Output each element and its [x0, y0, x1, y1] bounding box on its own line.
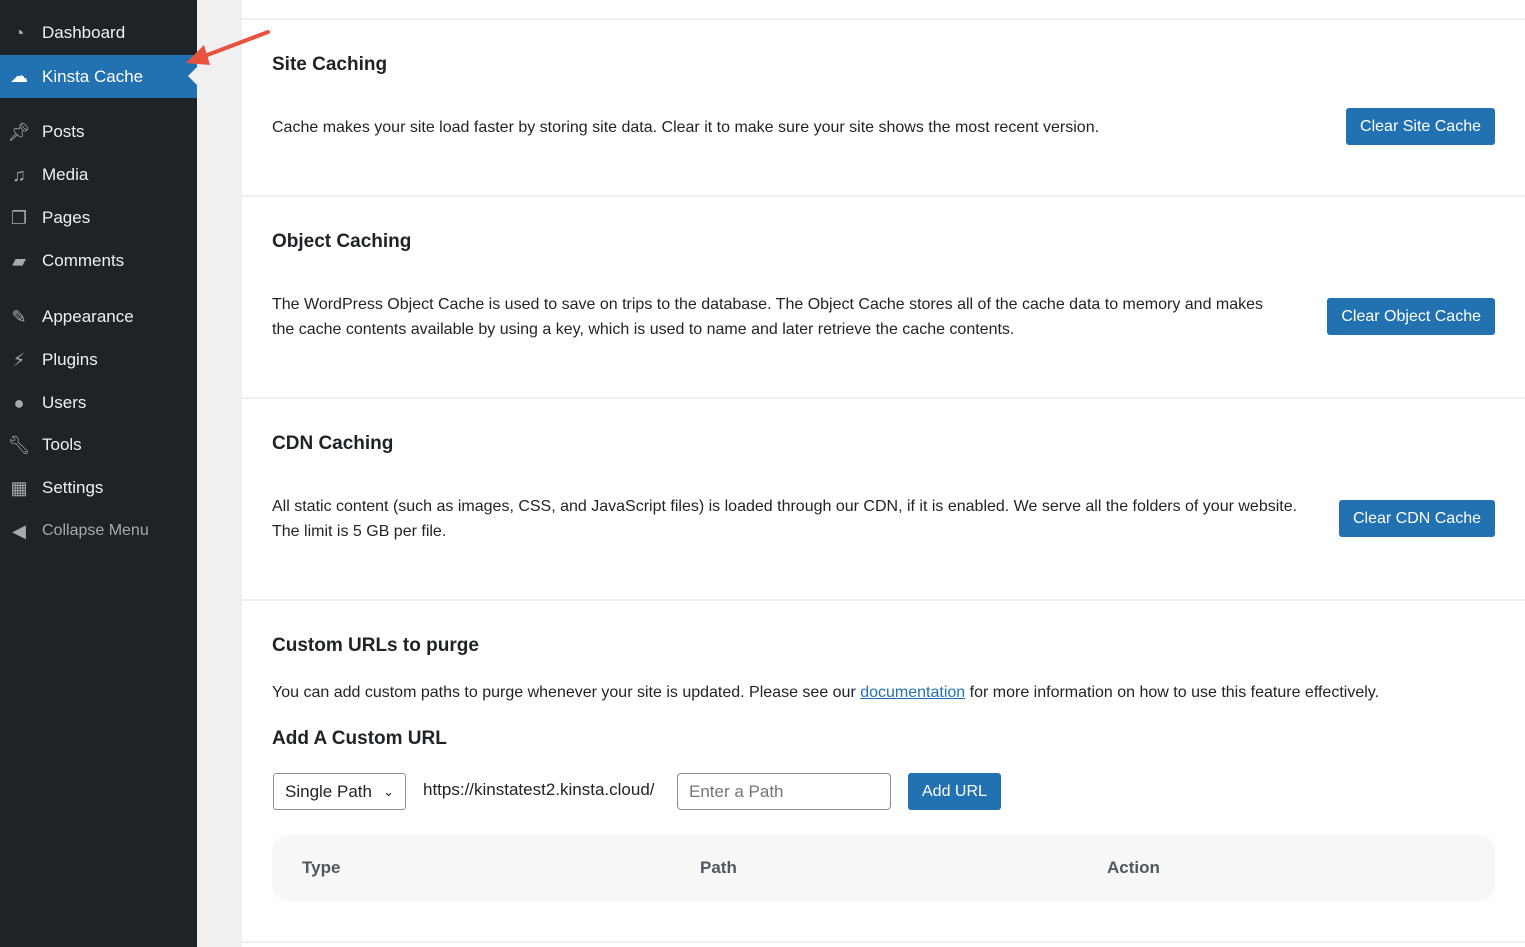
add-custom-url-heading: Add A Custom URL [272, 728, 447, 750]
documentation-link[interactable]: documentation [860, 684, 965, 701]
clear-object-cache-button[interactable]: Clear Object Cache [1327, 298, 1495, 335]
path-type-select[interactable]: Single Path ⌄ [273, 773, 406, 810]
collapse-menu-button[interactable]: ◀ Collapse Menu [0, 510, 197, 552]
label: Posts [42, 122, 85, 142]
media-icon: ♫ [8, 165, 30, 185]
sidebar-item-users[interactable]: ● Users [0, 382, 197, 424]
admin-sidebar: ◔Dashboard ☁Kinsta Cache 📌︎Posts ♫Media … [0, 0, 197, 947]
wrench-icon: 🔧︎ [8, 435, 30, 455]
object-caching-heading: Object Caching [272, 231, 411, 253]
divider [242, 599, 1525, 601]
settings-icon: ▦ [8, 478, 30, 498]
selected-value: Single Path [285, 782, 372, 802]
main-content: Site Caching Cache makes your site load … [242, 0, 1525, 947]
label: Kinsta Cache [42, 67, 143, 87]
pages-icon: ❐ [8, 208, 30, 228]
divider [242, 195, 1525, 197]
comment-icon: ▰ [8, 251, 30, 271]
sidebar-item-plugins[interactable]: ⚡︎ Plugins [0, 339, 197, 381]
label: Users [42, 393, 86, 413]
label: Tools [42, 435, 82, 455]
user-icon: ● [8, 393, 30, 413]
divider [242, 397, 1525, 399]
chevron-down-icon: ⌄ [383, 784, 394, 800]
divider [242, 941, 1525, 943]
collapse-icon: ◀ [8, 521, 30, 541]
cloud-icon: ☁ [8, 67, 30, 87]
label: Media [42, 165, 88, 185]
label: Collapse Menu [42, 522, 149, 540]
sidebar-item-comments[interactable]: ▰ Comments [0, 240, 197, 282]
custom-urls-description: You can add custom paths to purge whenev… [272, 680, 1379, 705]
sidebar-item-kinsta-cache[interactable]: ☁ Kinsta Cache [0, 55, 197, 98]
sidebar-item-media[interactable]: ♫ Media [0, 154, 197, 196]
label: Comments [42, 251, 124, 271]
cdn-caching-description: All static content (such as images, CSS,… [272, 494, 1302, 544]
label: Appearance [42, 307, 134, 327]
clear-cdn-cache-button[interactable]: Clear CDN Cache [1339, 500, 1495, 537]
text: for more information on how to use this … [965, 684, 1379, 701]
sidebar-item-dashboard[interactable]: ◔ Dashboard [0, 12, 197, 54]
column-path: Path [700, 858, 737, 878]
site-caching-heading: Site Caching [272, 54, 387, 76]
clear-site-cache-button[interactable]: Clear Site Cache [1346, 108, 1495, 145]
dashboard-icon: ◔ [8, 23, 30, 43]
text: You can add custom paths to purge whenev… [272, 684, 860, 701]
sidebar-item-appearance[interactable]: ✎ Appearance [0, 296, 197, 338]
divider [242, 18, 1525, 20]
annotation-arrow-icon [180, 25, 280, 75]
plug-icon: ⚡︎ [8, 350, 30, 370]
sidebar-item-posts[interactable]: 📌︎ Posts [0, 111, 197, 153]
path-input[interactable] [677, 773, 891, 810]
label: Plugins [42, 350, 98, 370]
custom-urls-table-header: Type Path Action [272, 835, 1495, 901]
column-action: Action [1107, 858, 1160, 878]
custom-urls-heading: Custom URLs to purge [272, 635, 479, 657]
brush-icon: ✎ [8, 307, 30, 327]
column-type: Type [302, 858, 340, 878]
sidebar-item-settings[interactable]: ▦ Settings [0, 467, 197, 509]
object-caching-description: The WordPress Object Cache is used to sa… [272, 292, 1282, 342]
label: Dashboard [42, 23, 125, 43]
pin-icon: 📌︎ [8, 122, 30, 142]
cdn-caching-heading: CDN Caching [272, 433, 393, 455]
label: Pages [42, 208, 90, 228]
sidebar-item-pages[interactable]: ❐ Pages [0, 197, 197, 239]
add-url-button[interactable]: Add URL [908, 773, 1001, 810]
label: Settings [42, 478, 103, 498]
sidebar-item-tools[interactable]: 🔧︎ Tools [0, 424, 197, 466]
url-prefix: https://kinstatest2.kinsta.cloud/ [423, 780, 655, 800]
site-caching-description: Cache makes your site load faster by sto… [272, 115, 1099, 140]
